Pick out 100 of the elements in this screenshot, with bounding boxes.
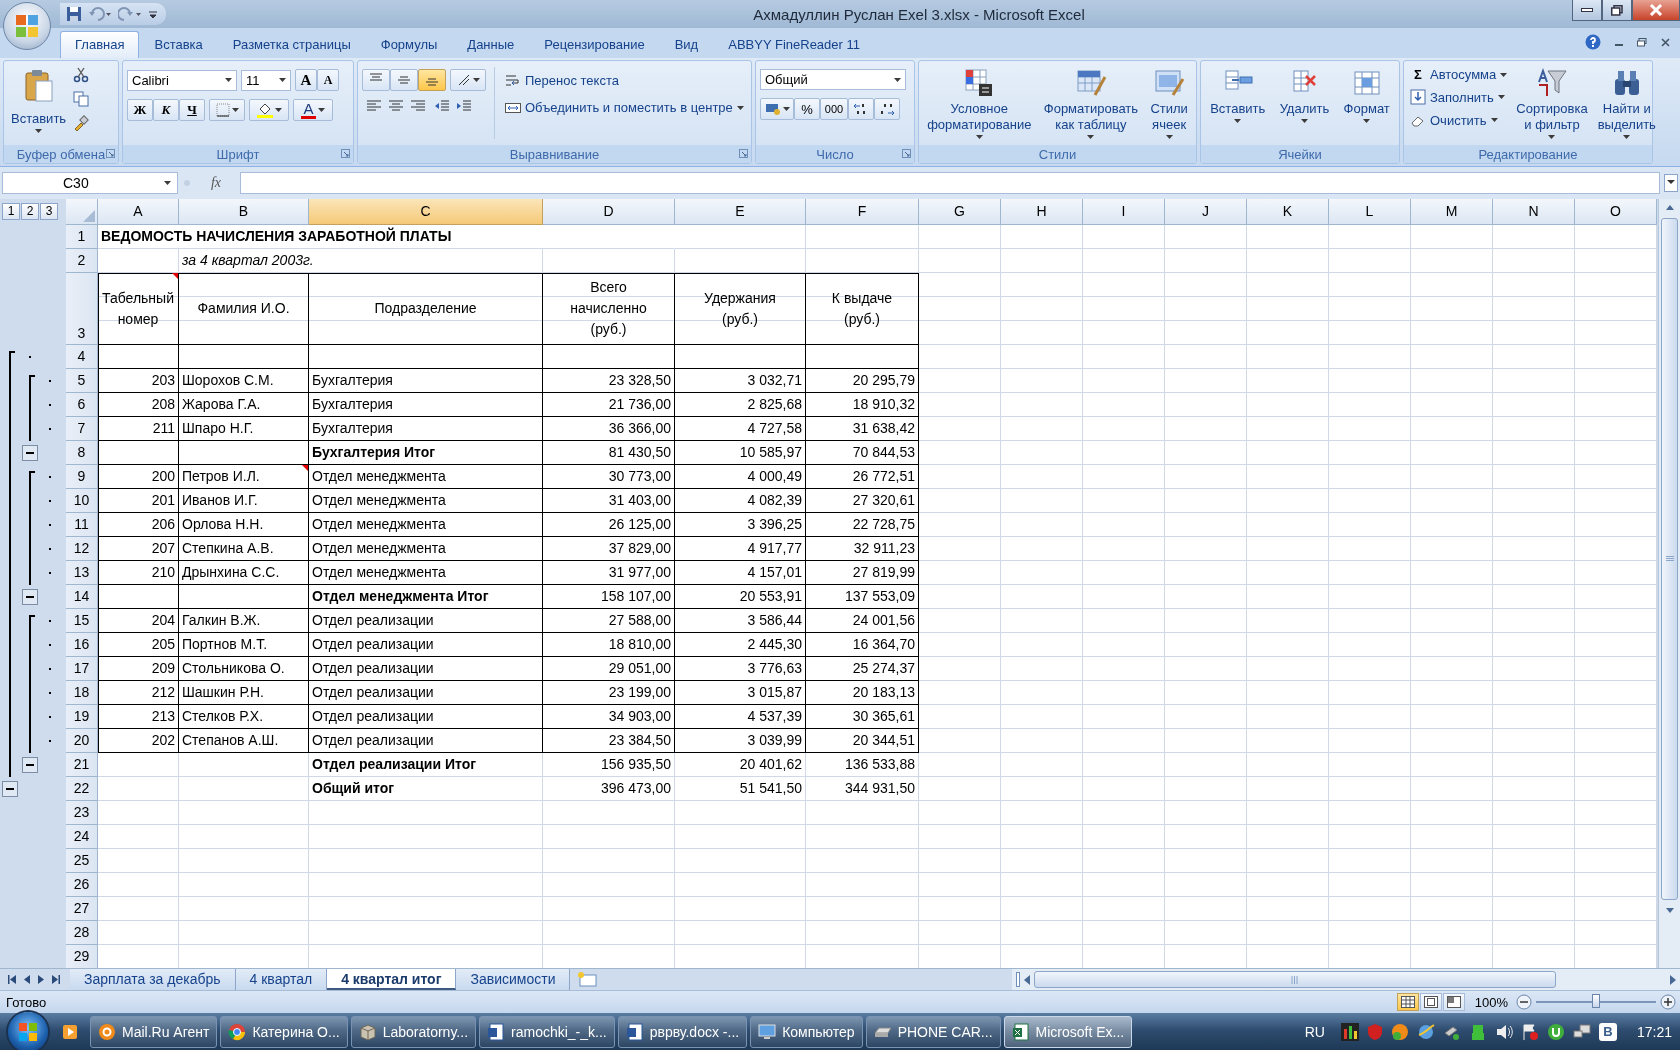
row-header[interactable]: 24 — [66, 825, 98, 849]
dialog-launcher-icon[interactable] — [902, 149, 911, 158]
borders-button[interactable] — [209, 99, 245, 121]
restore-button[interactable] — [1602, 0, 1632, 21]
taskbar-item[interactable]: PHONE CAR... — [865, 1016, 1001, 1048]
row-header[interactable]: 14 — [66, 585, 98, 609]
ribbon-button[interactable]: Формат — [1340, 65, 1393, 125]
flag-icon[interactable] — [1520, 1023, 1539, 1041]
scrollbar-thumb[interactable] — [1034, 971, 1556, 988]
column-header[interactable]: C — [309, 199, 543, 225]
thousands-button[interactable]: 000 — [820, 98, 848, 120]
row-header[interactable]: 15 — [66, 609, 98, 633]
bar-chart-icon[interactable] — [1340, 1023, 1359, 1041]
scroll-down-icon[interactable] — [1665, 908, 1674, 913]
taskbar-item[interactable]: Компьютер — [750, 1016, 863, 1048]
ribbon-tab[interactable]: ABBYY FineReader 11 — [713, 31, 875, 58]
font-style-button[interactable]: Ч — [179, 99, 205, 121]
sheet-tab[interactable]: 4 квартал — [235, 969, 328, 990]
row-header[interactable]: 26 — [66, 873, 98, 897]
column-header[interactable]: O — [1575, 199, 1657, 225]
outline-level-button[interactable]: 3 — [40, 203, 58, 220]
redo-icon[interactable] — [118, 6, 142, 22]
column-header[interactable]: M — [1411, 199, 1493, 225]
vertical-align-button[interactable] — [362, 69, 390, 91]
scroll-up-icon[interactable] — [1665, 205, 1674, 210]
media-player-icon[interactable] — [61, 1023, 79, 1041]
minimize-button[interactable] — [1572, 0, 1602, 21]
percent-button[interactable]: % — [794, 98, 820, 120]
speaker-icon[interactable] — [1494, 1023, 1513, 1041]
row-header[interactable]: 25 — [66, 849, 98, 873]
wrap-text-button[interactable]: Перенос текста — [503, 71, 746, 90]
collapse-button[interactable] — [22, 589, 38, 605]
row-header[interactable]: 5 — [66, 369, 98, 393]
column-header[interactable]: A — [98, 199, 179, 225]
save-icon[interactable] — [66, 6, 82, 22]
ribbon-tab[interactable]: Данные — [452, 31, 530, 58]
brush-icon[interactable] — [73, 115, 90, 131]
taskbar-item[interactable]: Катерина О... — [220, 1016, 348, 1048]
row-header[interactable]: 23 — [66, 801, 98, 825]
column-header[interactable]: G — [919, 199, 1001, 225]
insert-function-button[interactable]: fx — [196, 175, 236, 191]
ribbon-button[interactable]: Вставить — [1207, 65, 1269, 125]
network-icon[interactable] — [1572, 1023, 1591, 1041]
ribbon-button[interactable]: Удалить — [1276, 65, 1333, 125]
first-sheet-icon[interactable] — [8, 975, 16, 984]
ribbon-button[interactable]: Заполнить — [1408, 87, 1510, 107]
ribbon-tab[interactable]: Рецензирование — [529, 31, 660, 58]
vertical-scrollbar[interactable] — [1658, 199, 1680, 968]
column-header[interactable]: L — [1329, 199, 1411, 225]
row-header[interactable]: 16 — [66, 633, 98, 657]
row-header[interactable]: 10 — [66, 489, 98, 513]
start-button[interactable] — [8, 1012, 48, 1050]
dialog-launcher-icon[interactable] — [341, 149, 350, 158]
sheet-tab[interactable]: Зарплата за декабрь — [70, 969, 236, 990]
paste-button[interactable]: Вставить — [8, 65, 70, 141]
scissors-icon[interactable] — [73, 67, 90, 83]
help-icon[interactable] — [1585, 34, 1601, 50]
zoom-in-icon[interactable] — [1660, 994, 1676, 1010]
row-header[interactable]: 13 — [66, 561, 98, 585]
collapse-button[interactable] — [22, 757, 38, 773]
undo-icon[interactable] — [88, 6, 112, 22]
taskbar-item[interactable]: рврву.docx -... — [617, 1016, 748, 1048]
fill-color-button[interactable] — [249, 99, 289, 121]
zoom-slider-thumb[interactable] — [1592, 994, 1600, 1008]
ribbon-tab[interactable]: Формулы — [365, 31, 453, 58]
next-sheet-icon[interactable] — [38, 975, 44, 984]
row-header[interactable]: 11 — [66, 513, 98, 537]
row-header[interactable]: 1 — [66, 225, 98, 249]
horizontal-scrollbar[interactable] — [1012, 969, 1680, 990]
sheet-tab[interactable]: 4 квартал итог — [327, 969, 457, 990]
ribbon-button[interactable]: Сортировка и фильтр — [1513, 65, 1591, 141]
merge-center-button[interactable]: Объединить и поместить в центре — [503, 98, 746, 117]
font-style-button[interactable]: К — [153, 99, 179, 121]
column-header[interactable]: H — [1001, 199, 1083, 225]
ribbon-tab[interactable]: Вставка — [139, 31, 218, 58]
column-header[interactable]: I — [1083, 199, 1165, 225]
row-header[interactable]: 27 — [66, 897, 98, 921]
row-header[interactable]: 4 — [66, 345, 98, 369]
dialog-launcher-icon[interactable] — [106, 149, 115, 158]
increase-indent-icon[interactable] — [456, 99, 472, 113]
decrease-decimal-button[interactable] — [874, 98, 900, 120]
ribbon-tab[interactable]: Разметка страницы — [217, 31, 366, 58]
row-header[interactable]: 18 — [66, 681, 98, 705]
row-header[interactable]: 9 — [66, 465, 98, 489]
taskbar-item[interactable]: Laboratorny... — [350, 1016, 477, 1048]
clock[interactable]: 17:21 — [1636, 1024, 1672, 1040]
row-header[interactable]: 22 — [66, 777, 98, 801]
column-header[interactable]: B — [179, 199, 309, 225]
sheet-tab[interactable]: Зависимости — [456, 969, 571, 990]
outline-level-button[interactable]: 2 — [21, 203, 39, 220]
outline-level-button[interactable]: 1 — [2, 203, 20, 220]
font-style-button[interactable]: Ж — [127, 99, 153, 121]
copy-icon[interactable] — [73, 91, 90, 107]
currency-button[interactable] — [760, 98, 794, 120]
font-color-button[interactable]: A — [293, 99, 333, 121]
view-button[interactable] — [1396, 993, 1419, 1011]
ribbon-tab[interactable]: Вид — [659, 31, 714, 58]
row-header[interactable]: 21 — [66, 753, 98, 777]
ribbon-button[interactable]: Σ Автосумма — [1408, 65, 1510, 84]
ribbon-button[interactable]: Форматировать как таблицу — [1040, 65, 1142, 141]
